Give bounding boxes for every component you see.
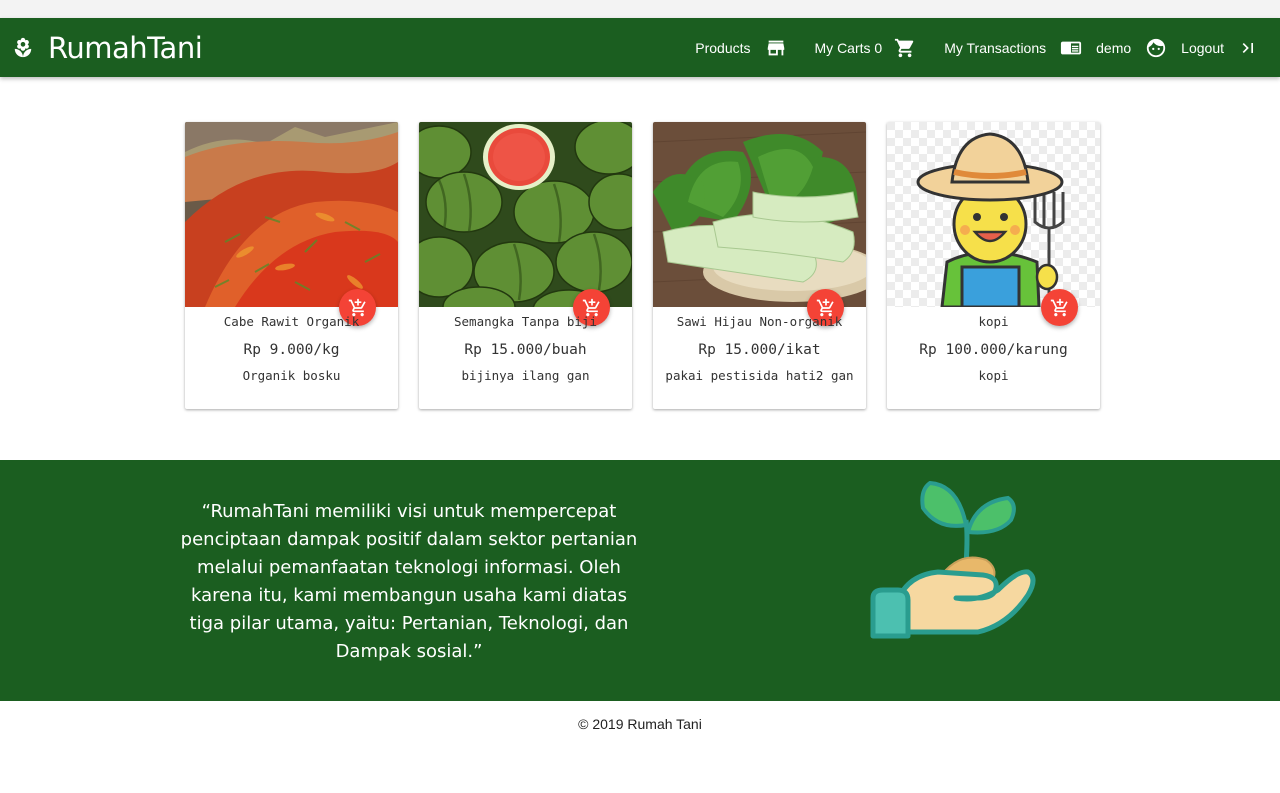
browser-top-strip bbox=[0, 0, 1280, 18]
product-title: kopi bbox=[978, 314, 1009, 329]
product-card[interactable]: Cabe Rawit Organik Rp 9.000/kg Organik b… bbox=[185, 122, 398, 409]
product-description: bijinya ilang gan bbox=[461, 368, 590, 383]
footer-copyright: © 2019 Rumah Tani bbox=[578, 716, 702, 732]
product-image-bok-choy bbox=[653, 122, 866, 307]
product-price: Rp 15.000/ikat bbox=[698, 342, 821, 358]
nav-products[interactable]: Products bbox=[695, 37, 786, 59]
store-icon bbox=[767, 40, 784, 55]
nav-user[interactable]: demo bbox=[1096, 37, 1167, 59]
nav-logout-label: Logout bbox=[1181, 39, 1224, 56]
product-description: pakai pestisida hati2 gan bbox=[665, 368, 854, 383]
product-card[interactable]: Semangka Tanpa biji Rp 15.000/buah bijin… bbox=[419, 122, 632, 409]
product-card[interactable]: Sawi Hijau Non-organik Rp 15.000/ikat pa… bbox=[653, 122, 866, 409]
vision-section: “RumahTani memiliki visi untuk mempercep… bbox=[0, 460, 1280, 701]
vision-quote: “RumahTani memiliki visi untuk mempercep… bbox=[180, 501, 638, 662]
product-price: Rp 9.000/kg bbox=[243, 342, 340, 358]
nav-carts-label: My Carts 0 bbox=[814, 39, 883, 56]
product-card[interactable]: kopi Rp 100.000/karung kopi bbox=[887, 122, 1100, 409]
nav-user-label: demo bbox=[1096, 39, 1132, 56]
nav-transactions-label: My Transactions bbox=[944, 39, 1047, 56]
cart-icon bbox=[895, 38, 914, 57]
navbar: RumahTani Products My Carts 0 My Transac… bbox=[0, 18, 1280, 77]
logout-icon bbox=[1242, 42, 1253, 53]
receipt-icon bbox=[1061, 41, 1082, 54]
nav-transactions[interactable]: My Transactions bbox=[944, 37, 1082, 59]
brand[interactable]: RumahTani bbox=[12, 18, 203, 77]
product-image-watermelon bbox=[419, 122, 632, 307]
product-price: Rp 100.000/karung bbox=[919, 342, 1068, 358]
product-title: Sawi Hijau Non-organik bbox=[676, 314, 843, 329]
product-title: Cabe Rawit Organik bbox=[223, 314, 360, 329]
product-title: Semangka Tanpa biji bbox=[454, 314, 597, 329]
face-icon bbox=[1147, 38, 1166, 57]
product-price: Rp 15.000/buah bbox=[464, 342, 587, 358]
hand-plant-illustration bbox=[868, 480, 1043, 650]
product-description: Organik bosku bbox=[242, 368, 341, 383]
nav-carts[interactable]: My Carts 0 bbox=[815, 37, 917, 59]
product-image-farmer bbox=[887, 122, 1100, 307]
nav-products-label: Products bbox=[695, 39, 751, 56]
product-description: kopi bbox=[978, 368, 1009, 383]
product-image-chili bbox=[185, 122, 398, 307]
nav-menu: Products My Carts 0 My Transactions demo… bbox=[695, 18, 1280, 77]
brand-name: RumahTani bbox=[48, 30, 203, 65]
flower-logo-icon bbox=[14, 37, 32, 57]
nav-logout[interactable]: Logout bbox=[1181, 38, 1258, 58]
